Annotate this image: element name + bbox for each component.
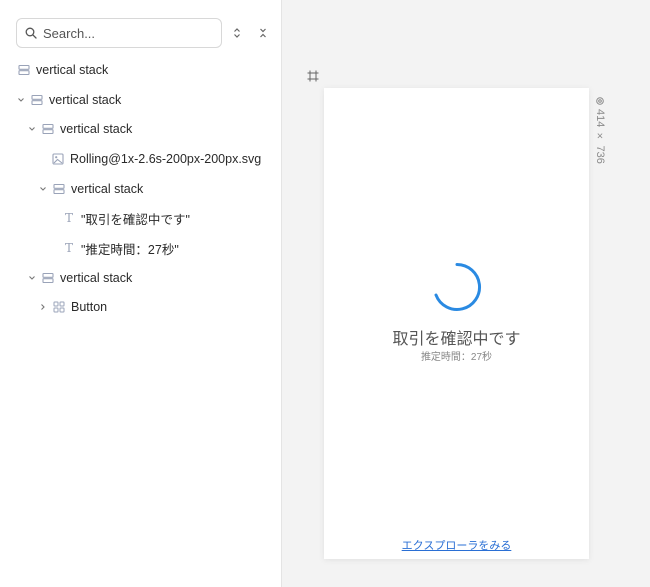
- tree-item-label: vertical stack: [60, 122, 133, 136]
- frame-size-label: 414 × 736: [594, 96, 608, 176]
- tree-item-stack-1[interactable]: vertical stack: [16, 89, 121, 111]
- tree-item-text-subtitle[interactable]: T "推定時間：27秒": [62, 237, 179, 259]
- chevron-right-icon[interactable]: [38, 302, 48, 312]
- tree-item-stack-2[interactable]: vertical stack: [27, 118, 132, 140]
- collapse-icon: [260, 28, 266, 38]
- tree-item-stack-3[interactable]: vertical stack: [38, 178, 143, 200]
- text-icon: T: [64, 211, 73, 225]
- frame-icon[interactable]: [307, 70, 319, 82]
- chevron-down-icon[interactable]: [27, 124, 37, 134]
- estimated-time: 推定時間：27秒: [420, 352, 493, 363]
- tree-item-label: vertical stack: [60, 271, 133, 285]
- stack-icon: [52, 182, 66, 196]
- loading-spinner: [434, 263, 482, 311]
- tree-item-stack-root[interactable]: vertical stack: [17, 59, 108, 81]
- tree-item-label: vertical stack: [49, 93, 122, 107]
- tree-item-stack-4[interactable]: vertical stack: [27, 267, 132, 289]
- stack-icon: [41, 122, 55, 136]
- tree-item-label: "推定時間：27秒": [81, 242, 179, 257]
- tree-item-label: "取引を確認中です": [81, 212, 190, 227]
- tree-item-label: Rolling@1x-2.6s-200px-200px.svg: [70, 152, 262, 166]
- search-row: [16, 18, 274, 48]
- chevron-down-icon[interactable]: [27, 273, 37, 283]
- tree-item-text-title[interactable]: T "取引を確認中です": [62, 207, 190, 229]
- chevron-down-icon[interactable]: [38, 184, 48, 194]
- search-icon: [25, 27, 37, 39]
- tree-item-label: vertical stack: [71, 182, 144, 196]
- component-icon: [52, 300, 66, 314]
- layers-panel: vertical stack vertical stack vertical s…: [0, 0, 282, 587]
- frame-size-text: 414 × 736: [594, 109, 606, 164]
- collapse-all-button[interactable]: [252, 22, 274, 44]
- search-input[interactable]: [43, 25, 203, 41]
- text-icon: T: [64, 241, 73, 255]
- tree-item-button[interactable]: Button: [38, 296, 107, 318]
- stack-icon: [17, 63, 31, 77]
- stack-icon: [41, 271, 55, 285]
- device-frame[interactable]: 取引を確認中です 推定時間：27秒 エクスプローラをみる: [324, 88, 589, 559]
- tree-item-label: vertical stack: [36, 63, 109, 77]
- image-icon: [51, 152, 65, 166]
- stack-icon: [30, 93, 44, 107]
- gear-icon: [596, 97, 604, 105]
- tree-item-label: Button: [71, 300, 108, 314]
- chevron-up-down-icon: [234, 28, 240, 38]
- chevron-down-icon[interactable]: [16, 95, 26, 105]
- explorer-link[interactable]: エクスプローラをみる: [324, 537, 589, 553]
- search-box[interactable]: [16, 18, 222, 48]
- tree-item-svg-image[interactable]: Rolling@1x-2.6s-200px-200px.svg: [51, 148, 261, 170]
- status-title: 取引を確認中です: [392, 331, 521, 348]
- expand-all-button[interactable]: [226, 22, 248, 44]
